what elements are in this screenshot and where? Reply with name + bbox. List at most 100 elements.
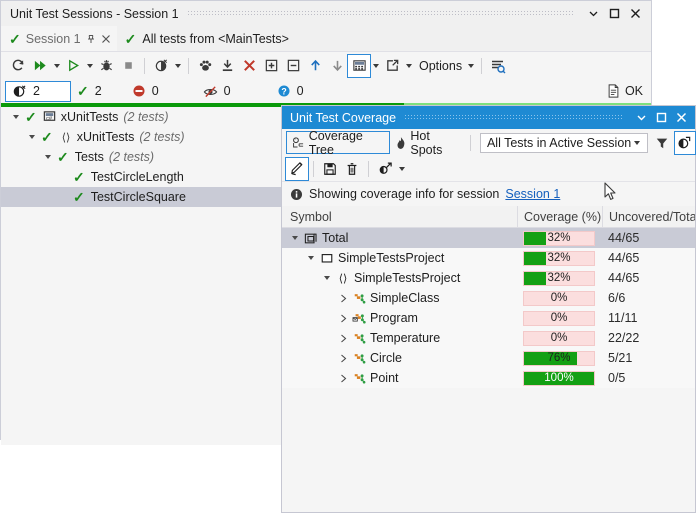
run-icon[interactable] [62,55,84,77]
debug-icon[interactable] [95,55,117,77]
funnel-icon[interactable] [652,132,672,154]
coverage-symbol-label: Circle [368,351,402,365]
coverage-grid-body[interactable]: Total32%44/65SimpleTestsProject32%44/65⟨… [282,228,695,388]
next-icon[interactable] [326,55,348,77]
column-header-coverage[interactable]: Coverage (%) [517,206,602,227]
run-all-icon[interactable] [29,55,51,77]
coverage-grid-header: Symbol Coverage (%) Uncovered/Total [282,206,695,228]
expander-expand-icon[interactable] [336,374,350,383]
coverage-symbol-label: Program [368,311,418,325]
export-grid-icon[interactable] [348,55,370,77]
status-badge: OK [607,84,643,98]
counter-inconclusive[interactable]: ? 0 [239,81,312,102]
expander-collapse-icon[interactable] [288,236,302,240]
counter-failed[interactable]: 0 [110,81,167,102]
export-grid-dropdown-caret[interactable] [370,55,381,77]
class-icon [350,332,368,345]
toolbar-separator [481,58,482,74]
column-header-uncovered-total[interactable]: Uncovered/Total [602,206,695,227]
open-external-dropdown-caret[interactable] [403,55,414,77]
expander-expand-icon[interactable] [336,314,350,323]
expander-collapse-icon[interactable] [9,115,23,119]
table-row[interactable]: ⟨⟩SimpleTestsProject32%44/65 [282,268,695,288]
coverage-icon[interactable] [150,55,172,77]
table-row[interactable]: Circle76%5/21 [282,348,695,368]
save-icon[interactable] [319,158,341,180]
hot-spots-button[interactable]: Hot Spots [390,132,465,153]
namespace-icon: ⟨⟩ [59,130,73,144]
maximize-icon[interactable] [604,4,624,24]
tab-all-tests-label: All tests from <MainTests> [142,32,289,46]
table-row[interactable]: Temperature0%22/22 [282,328,695,348]
namespace-icon: ⟨⟩ [334,271,352,285]
expander-collapse-icon[interactable] [320,276,334,280]
scope-select[interactable]: All Tests in Active Session [480,133,648,153]
run-dropdown-caret[interactable] [84,55,95,77]
check-icon: ✓ [9,32,21,46]
maximize-icon[interactable] [651,108,671,128]
uncovered-total-value: 22/22 [602,331,695,345]
session-link[interactable]: Session 1 [505,187,560,201]
class-internal-icon [350,312,368,325]
coverage-symbol-label: SimpleTestsProject [336,251,444,265]
class-icon [350,292,368,305]
previous-icon[interactable] [304,55,326,77]
table-row[interactable]: SimpleClass0%6/6 [282,288,695,308]
chevron-down-icon [631,141,643,145]
expander-expand-icon[interactable] [336,354,350,363]
uncovered-total-value: 44/65 [602,251,695,265]
table-row[interactable]: Program0%11/11 [282,308,695,328]
profile-icon[interactable] [194,55,216,77]
close-icon[interactable] [671,108,691,128]
coverage-percent-label: 32% [524,232,594,245]
expand-node-icon[interactable] [260,55,282,77]
dropdown-icon[interactable] [583,4,603,24]
expander-collapse-icon[interactable] [304,256,318,260]
highlight-coverage-icon[interactable] [286,158,308,180]
close-icon[interactable] [625,4,645,24]
check-icon: ✓ [71,190,89,204]
export-dropdown-caret[interactable] [396,158,407,180]
assembly-icon [318,252,336,265]
expander-collapse-icon[interactable] [25,135,39,139]
tab-all-tests[interactable]: ✓ All tests from <MainTests> [117,26,297,51]
table-row[interactable]: Point100%0/5 [282,368,695,388]
rerun-icon[interactable] [7,55,29,77]
tab-session-1[interactable]: ✓ Session 1 [1,26,117,51]
export-icon[interactable] [374,158,396,180]
svg-text:⟨⟩: ⟨⟩ [61,132,70,144]
pin-icon[interactable] [86,34,96,44]
screen: Unit Test Sessions - Session 1 ✓ Session… [0,0,696,516]
stop-icon[interactable] [117,55,139,77]
close-icon[interactable] [101,34,111,44]
filter-search-icon[interactable] [487,55,509,77]
expander-expand-icon[interactable] [336,334,350,343]
counter-ignored[interactable]: 0 [167,81,239,102]
tab-session-1-label: Session 1 [26,32,81,46]
coverage-bar: 32% [523,271,595,286]
expander-expand-icon[interactable] [336,294,350,303]
collapse-all-icon[interactable] [216,55,238,77]
class-icon [350,352,368,365]
options-button[interactable]: Options [414,59,465,73]
show-coverage-icon[interactable] [675,132,695,154]
table-row[interactable]: SimpleTestsProject32%44/65 [282,248,695,268]
run-all-dropdown-caret[interactable] [51,55,62,77]
coverage-percent-label: 0% [524,332,594,345]
coverage-toolbar-primary: Coverage Tree Hot Spots All Tests in Act… [282,129,695,156]
coverage-dropdown-caret[interactable] [172,55,183,77]
open-external-icon[interactable] [381,55,403,77]
counter-total[interactable]: 2 [5,81,71,102]
collapse-node-icon[interactable] [282,55,304,77]
counter-passed[interactable]: ✓ 2 [71,81,110,102]
options-dropdown-caret[interactable] [465,55,476,77]
expander-collapse-icon[interactable] [41,155,55,159]
column-header-symbol[interactable]: Symbol [282,210,517,224]
dropdown-icon[interactable] [631,108,651,128]
clear-icon[interactable] [238,55,260,77]
counter-failed-value: 0 [152,84,159,98]
coverage-grid[interactable]: Symbol Coverage (%) Uncovered/Total Tota… [282,206,695,388]
table-row[interactable]: Total32%44/65 [282,228,695,248]
delete-icon[interactable] [341,158,363,180]
coverage-tree-button[interactable]: Coverage Tree [286,131,390,154]
